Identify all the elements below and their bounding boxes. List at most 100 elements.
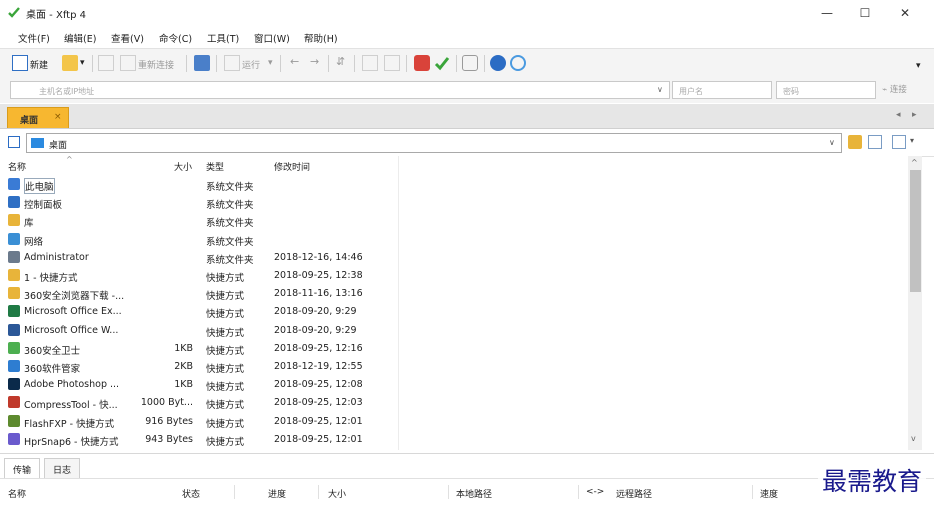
disconnect-icon[interactable] — [98, 55, 114, 71]
open-folder-icon[interactable] — [62, 55, 78, 71]
forward-icon[interactable]: → — [310, 55, 319, 68]
view-mode-dropdown-icon[interactable]: ▾ — [910, 136, 914, 145]
tab-close-icon[interactable]: × — [54, 112, 62, 122]
column-header-modified[interactable]: 修改时间 — [274, 160, 310, 173]
minimize-button[interactable]: — — [810, 2, 844, 24]
new-button[interactable]: 新建 — [30, 58, 48, 71]
column-header-size[interactable]: 大小 — [174, 160, 192, 173]
password-placeholder: 密码 — [783, 87, 799, 96]
photoshop-icon — [8, 378, 20, 391]
transfer-column-speed[interactable]: 速度 — [760, 487, 778, 500]
file-row[interactable]: Microsoft Office Ex... 快捷方式 2018-09-20, 9:… — [0, 303, 908, 321]
menu-view[interactable]: 查看(V) — [111, 31, 144, 45]
column-divider — [578, 485, 579, 499]
run-button[interactable]: 运行 — [242, 58, 260, 71]
connect-icon: ⌁ — [882, 85, 888, 95]
path-dropdown-icon[interactable]: ∨ — [829, 138, 835, 147]
menu-file[interactable]: 文件(F) — [18, 31, 50, 45]
file-type: 快捷方式 — [206, 309, 245, 321]
scroll-down-icon[interactable]: v — [911, 434, 916, 443]
scroll-up-icon[interactable]: ^ — [911, 158, 918, 167]
transfer-column-size[interactable]: 大小 — [328, 487, 346, 500]
column-header-name[interactable]: 名称 — [8, 160, 26, 173]
file-row[interactable]: 库 系统文件夹 — [0, 212, 908, 230]
file-row[interactable]: HprSnap6 - 快捷方式 943 Bytes 快捷方式 2018-09-25, … — [0, 431, 908, 449]
close-window-button[interactable]: ✕ — [888, 2, 922, 24]
path-input[interactable]: 桌面 ∨ — [26, 133, 842, 153]
xftp-icon[interactable] — [434, 55, 450, 71]
scrollbar-thumb[interactable] — [910, 170, 921, 292]
file-name: 库 — [24, 218, 34, 230]
menu-tools[interactable]: 工具(T) — [207, 31, 239, 45]
host-input[interactable]: 主机名或IP地址 — [10, 81, 670, 99]
transfer-column-remote-path[interactable]: 远程路径 — [616, 487, 652, 500]
file-row[interactable]: 360安全浏览器下载 -... 快捷方式 2018-11-16, 13:16 — [0, 285, 908, 303]
column-divider — [234, 485, 235, 499]
file-size: 943 Bytes — [145, 433, 193, 445]
file-row[interactable]: 此电脑 系统文件夹 — [0, 176, 908, 194]
menu-edit[interactable]: 编辑(E) — [64, 31, 96, 45]
file-name: Adobe Photoshop ... — [24, 379, 120, 391]
transfer-direction-icon: <-> — [586, 487, 605, 497]
file-type: 快捷方式 — [206, 364, 245, 375]
tab-desktop[interactable]: 桌面 × — [7, 107, 69, 128]
paste-icon[interactable] — [384, 55, 400, 71]
reconnect-icon[interactable] — [120, 55, 136, 71]
options-icon[interactable] — [462, 55, 478, 71]
file-row[interactable]: FlashFXP - 快捷方式 916 Bytes 快捷方式 2018-09-25, … — [0, 413, 908, 431]
file-row[interactable]: 360安全卫士 1KB 快捷方式 2018-09-25, 12:16 — [0, 340, 908, 358]
transfer-column-progress[interactable]: 进度 — [268, 487, 286, 500]
username-input[interactable]: 用户名 — [672, 81, 772, 99]
file-row[interactable]: 网络 系统文件夹 — [0, 231, 908, 249]
run-dropdown-arrow-icon[interactable]: ▾ — [268, 58, 273, 68]
tab-prev-icon[interactable]: ◂ — [896, 110, 901, 120]
file-type: 系统文件夹 — [206, 200, 254, 212]
reconnect-button[interactable]: 重新连接 — [138, 58, 174, 71]
file-row[interactable]: Microsoft Office W... 快捷方式 2018-09-20, 9:2… — [0, 322, 908, 340]
tab-transfer[interactable]: 传输 — [4, 458, 41, 478]
file-row[interactable]: 360软件管家 2KB 快捷方式 2018-12-19, 12:55 — [0, 358, 908, 376]
refresh-icon[interactable] — [868, 135, 882, 149]
menu-help[interactable]: 帮助(H) — [304, 31, 338, 45]
run-icon[interactable] — [224, 55, 240, 71]
toolbar-overflow-icon[interactable]: ▾ — [916, 61, 921, 71]
open-dropdown-arrow-icon[interactable]: ▾ — [80, 58, 85, 68]
tab-next-icon[interactable]: ▸ — [912, 110, 917, 120]
transfer-column-name[interactable]: 名称 — [8, 487, 26, 500]
xshell-icon[interactable] — [414, 55, 430, 71]
file-row[interactable]: 1 - 快捷方式 快捷方式 2018-09-25, 12:38 — [0, 267, 908, 285]
menu-command[interactable]: 命令(C) — [159, 31, 192, 45]
tab-bar: 桌面 × ◂ ▸ — [0, 104, 934, 129]
split-view-icon[interactable] — [8, 136, 20, 148]
connect-button[interactable]: ⌁ 连接 — [882, 83, 907, 95]
maximize-button[interactable]: ☐ — [848, 2, 882, 24]
file-type: 快捷方式 — [206, 273, 245, 284]
toolbar-separator — [456, 55, 457, 72]
chat-icon[interactable] — [510, 55, 526, 71]
view-mode-icon[interactable] — [892, 135, 906, 149]
file-row[interactable]: 控制面板 系统文件夹 — [0, 194, 908, 212]
tab-log[interactable]: 日志 — [44, 458, 81, 478]
path-value: 桌面 — [49, 141, 68, 151]
flashfxp-icon — [8, 414, 20, 427]
file-modified: 2018-09-25, 12:01 — [274, 415, 363, 427]
watermark: 最需教育 — [817, 462, 926, 498]
transfer-column-local-path[interactable]: 本地路径 — [456, 487, 492, 500]
file-row[interactable]: Adobe Photoshop ... 1KB 快捷方式 2018-09-25, 12… — [0, 376, 908, 394]
file-row[interactable]: Administrator 系统文件夹 2018-12-16, 14:46 — [0, 249, 908, 267]
file-name: 1 - 快捷方式 — [24, 273, 78, 284]
menu-window[interactable]: 窗口(W) — [254, 31, 290, 45]
copy-icon[interactable] — [362, 55, 378, 71]
parent-folder-icon[interactable] — [848, 135, 862, 149]
column-header-type[interactable]: 类型 — [206, 160, 224, 173]
file-row[interactable]: CompressTool - 快... 1000 Byt... 快捷方式 2018-0… — [0, 394, 908, 412]
file-name: 控制面板 — [24, 200, 63, 212]
properties-icon[interactable] — [194, 55, 210, 71]
new-session-icon[interactable] — [12, 55, 28, 71]
help-icon[interactable] — [490, 55, 506, 71]
transfer-column-status[interactable]: 状态 — [182, 487, 200, 500]
sync-icon[interactable]: ⇵ — [336, 55, 345, 68]
back-icon[interactable]: ← — [290, 55, 299, 68]
host-dropdown-icon[interactable]: ∨ — [657, 85, 663, 94]
password-input[interactable]: 密码 — [776, 81, 876, 99]
